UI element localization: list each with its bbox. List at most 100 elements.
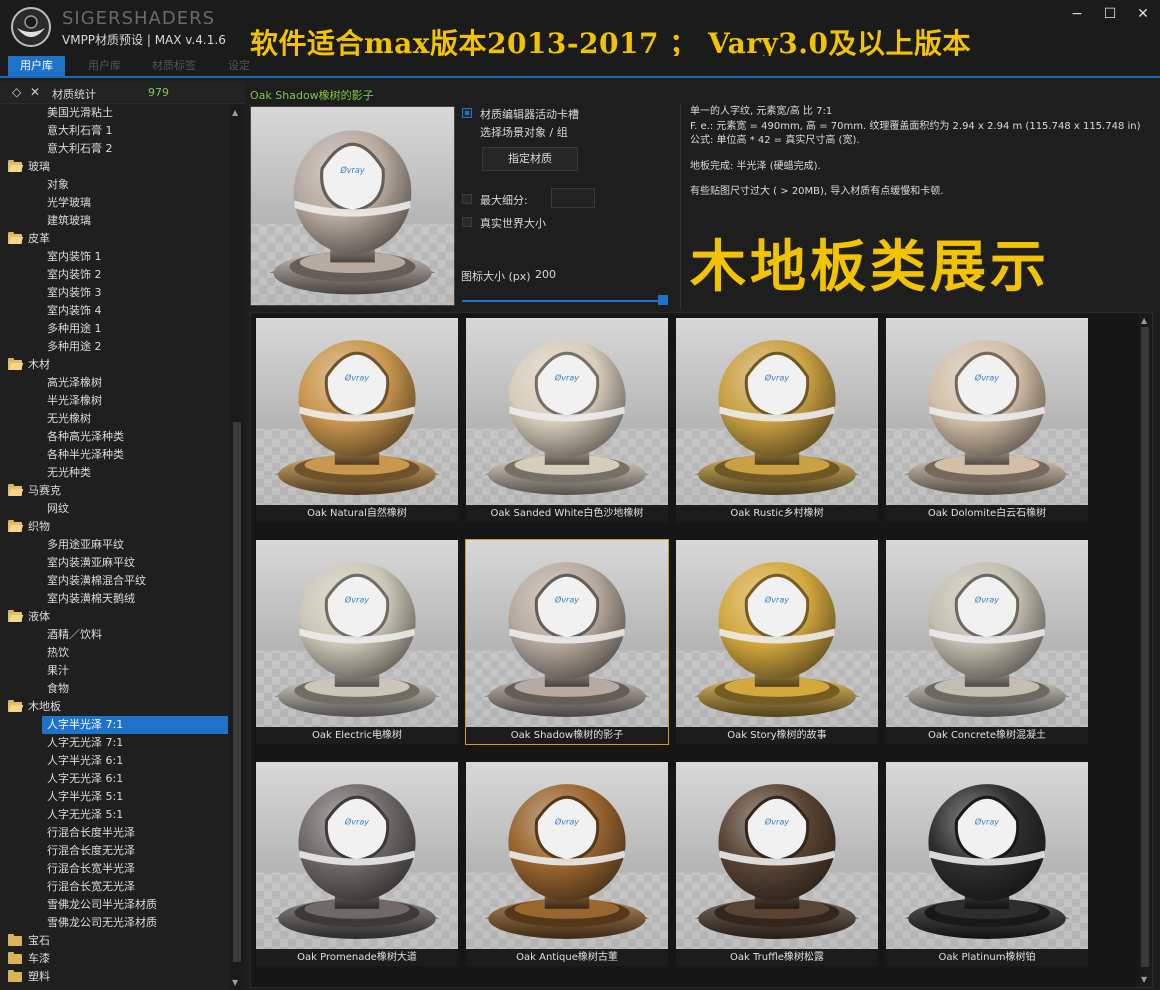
maximize-button[interactable]: ☐	[1095, 4, 1125, 24]
material-tile[interactable]: Øvray Oak Natural自然橡树	[256, 318, 458, 522]
material-tile[interactable]: Øvray Oak Promenade橡树大道	[256, 762, 458, 966]
tree-item[interactable]: 美国光滑粘土	[0, 104, 228, 122]
tree-item[interactable]: 雪佛龙公司无光泽材质	[0, 914, 228, 932]
tree-item[interactable]: 食物	[0, 680, 228, 698]
material-thumbnail[interactable]: Øvray	[466, 762, 668, 949]
tree-item[interactable]: 室内装饰 3	[0, 284, 228, 302]
tree-item[interactable]: 建筑玻璃	[0, 212, 228, 230]
expand-icon[interactable]: ◇	[12, 85, 21, 99]
real-world-size-checkbox[interactable]	[462, 217, 472, 227]
material-tile[interactable]: Øvray Oak Rustic乡村橡树	[676, 318, 878, 522]
tree-category[interactable]: 木材	[8, 356, 50, 374]
max-subdiv-checkbox[interactable]	[462, 194, 472, 204]
tree-item[interactable]: 行混合长度半光泽	[0, 824, 228, 842]
material-thumbnail[interactable]: Øvray	[676, 762, 878, 949]
material-tile[interactable]: Øvray Oak Dolomite白云石橡树	[886, 318, 1088, 522]
tree-category[interactable]: 马赛克	[8, 482, 61, 500]
icon-size-slider-handle[interactable]	[658, 295, 668, 305]
tree-item[interactable]: 行混合长宽半光泽	[0, 860, 228, 878]
tree-item[interactable]: 网纹	[0, 500, 228, 518]
close-button[interactable]: ✕	[1128, 4, 1158, 24]
tree-item[interactable]: 无光种类	[0, 464, 228, 482]
material-tile[interactable]: Øvray Oak Shadow橡树的影子	[465, 539, 669, 745]
tree-item[interactable]: 高光泽橡树	[0, 374, 228, 392]
tree-item[interactable]: 多种用途 1	[0, 320, 228, 338]
tree-item[interactable]: 人字无光泽 7:1	[0, 734, 228, 752]
scroll-down-icon[interactable]: ▼	[1141, 975, 1147, 984]
material-thumbnail[interactable]: Øvray	[886, 762, 1088, 949]
scroll-down-icon[interactable]: ▼	[232, 978, 238, 987]
tab-user-library[interactable]: 用户库	[8, 56, 65, 76]
material-grid: ▲ ▼ Øvray Oak Natural自然橡树 Øvray Oak Sanded …	[250, 312, 1153, 988]
material-thumbnail[interactable]: Øvray	[886, 318, 1088, 505]
tree-category[interactable]: 木地板	[8, 698, 61, 716]
tree-scroll-thumb[interactable]	[233, 422, 241, 962]
grid-scrollbar[interactable]: ▲ ▼	[1138, 313, 1152, 987]
scroll-up-icon[interactable]: ▲	[232, 108, 238, 117]
tree-category[interactable]: 皮革	[8, 230, 50, 248]
material-tile[interactable]: Øvray Oak Sanded White白色沙地橡树	[466, 318, 668, 522]
material-thumbnail[interactable]: Øvray	[466, 540, 668, 727]
tree-item[interactable]: 人字无光泽 6:1	[0, 770, 228, 788]
tree-category[interactable]: 车漆	[8, 950, 50, 968]
material-preview[interactable]: Øvray	[250, 106, 455, 306]
active-slot-checkbox[interactable]	[462, 108, 472, 118]
tree-item[interactable]: 无光橡树	[0, 410, 228, 428]
tree-item[interactable]: 酒精／饮料	[0, 626, 228, 644]
tree-item[interactable]: 意大利石膏 2	[0, 140, 228, 158]
tree-item[interactable]: 各种半光泽种类	[0, 446, 228, 464]
tree-item[interactable]: 行混合长度无光泽	[0, 842, 228, 860]
icon-size-slider[interactable]	[462, 300, 668, 302]
tree-category[interactable]: 塑料	[8, 968, 50, 986]
select-scene-objects-label[interactable]: 选择场景对象 / 组	[480, 124, 568, 140]
material-thumbnail[interactable]: Øvray	[256, 318, 458, 505]
tree-item[interactable]: 热饮	[0, 644, 228, 662]
tree-item[interactable]: 室内装饰 4	[0, 302, 228, 320]
close-icon[interactable]: ✕	[30, 85, 40, 99]
tree-item[interactable]: 室内装潢棉天鹅绒	[0, 590, 228, 608]
material-tile[interactable]: Øvray Oak Concrete橡树混凝土	[886, 540, 1088, 744]
material-tile[interactable]: Øvray Oak Story橡树的故事	[676, 540, 878, 744]
tree-scrollbar[interactable]: ▲ ▼	[230, 104, 244, 990]
grid-scroll-thumb[interactable]	[1141, 327, 1149, 967]
tree-item[interactable]: 半光泽橡树	[0, 392, 228, 410]
assign-material-button[interactable]: 指定材质	[482, 147, 578, 171]
material-tile[interactable]: Øvray Oak Platinum橡树铂	[886, 762, 1088, 966]
tree-item[interactable]: 果汁	[0, 662, 228, 680]
minimize-button[interactable]: −	[1062, 4, 1092, 24]
tree-item[interactable]: 意大利石膏 1	[0, 122, 228, 140]
material-tile[interactable]: Øvray Oak Truffle橡树松露	[676, 762, 878, 966]
material-thumbnail[interactable]: Øvray	[676, 318, 878, 505]
tree-category[interactable]: 液体	[8, 608, 50, 626]
tree-item[interactable]: 室内装潢棉混合平纹	[0, 572, 228, 590]
tree-item[interactable]: 人字无光泽 5:1	[0, 806, 228, 824]
tab-user-library-2[interactable]: 用户库	[76, 56, 133, 76]
tree-item[interactable]: 对象	[0, 176, 228, 194]
tree-category[interactable]: 织物	[8, 518, 50, 536]
material-thumbnail[interactable]: Øvray	[256, 762, 458, 949]
tree-item[interactable]: 雪佛龙公司半光泽材质	[0, 896, 228, 914]
material-thumbnail[interactable]: Øvray	[466, 318, 668, 505]
tree-item[interactable]: 室内装饰 1	[0, 248, 228, 266]
material-thumbnail[interactable]: Øvray	[676, 540, 878, 727]
scroll-up-icon[interactable]: ▲	[1141, 316, 1147, 325]
tab-settings[interactable]: 设定	[216, 56, 262, 76]
tree-item[interactable]: 人字半光泽 5:1	[0, 788, 228, 806]
tree-item[interactable]: 室内装饰 2	[0, 266, 228, 284]
material-thumbnail[interactable]: Øvray	[256, 540, 458, 727]
tree-item[interactable]: 多种用途 2	[0, 338, 228, 356]
tree-item[interactable]: 光学玻璃	[0, 194, 228, 212]
tree-category[interactable]: 玻璃	[8, 158, 50, 176]
material-thumbnail[interactable]: Øvray	[886, 540, 1088, 727]
tree-item[interactable]: 人字半光泽 6:1	[0, 752, 228, 770]
material-tile[interactable]: Øvray Oak Antique橡树古董	[466, 762, 668, 966]
tree-category[interactable]: 宝石	[8, 932, 50, 950]
tree-item[interactable]: 人字半光泽 7:1	[42, 716, 228, 734]
tree-item[interactable]: 行混合长宽无光泽	[0, 878, 228, 896]
max-subdiv-input[interactable]	[551, 188, 595, 208]
tab-material-tags[interactable]: 材质标签	[140, 56, 208, 76]
tree-item[interactable]: 多用途亚麻平纹	[0, 536, 228, 554]
tree-item[interactable]: 各种高光泽种类	[0, 428, 228, 446]
tree-item[interactable]: 室内装潢亚麻平纹	[0, 554, 228, 572]
material-tile[interactable]: Øvray Oak Electric电橡树	[256, 540, 458, 744]
